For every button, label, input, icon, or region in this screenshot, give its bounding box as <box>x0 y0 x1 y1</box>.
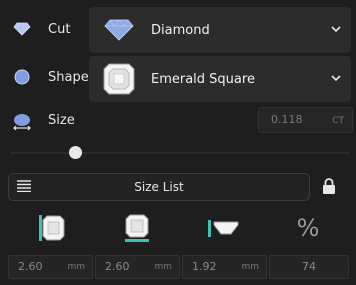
length-value: 2.60 <box>18 260 43 273</box>
width-unit: mm <box>154 262 172 272</box>
shape-label: Shape <box>48 70 89 85</box>
shape-value: Emerald Square <box>151 71 255 87</box>
lock-icon[interactable] <box>322 178 336 194</box>
size-list-label: Size List <box>134 180 184 194</box>
width-icon <box>120 213 154 243</box>
cut-select[interactable]: Diamond <box>89 7 351 53</box>
size-input[interactable]: 0.118 CT <box>258 107 353 133</box>
width-field[interactable]: 2.60 mm <box>95 255 180 279</box>
shape-select[interactable]: Emerald Square <box>89 56 351 102</box>
percent-icon: % <box>296 214 320 242</box>
size-label: Size <box>48 113 75 128</box>
depth-icon <box>206 213 240 243</box>
emerald-square-icon <box>99 59 139 99</box>
cut-label: Cut <box>48 22 71 37</box>
size-unit: CT <box>332 116 344 126</box>
size-slider-track[interactable] <box>10 152 350 154</box>
size-list-button[interactable]: Size List <box>8 173 310 201</box>
percent-field[interactable]: 74 <box>269 255 349 279</box>
depth-field[interactable]: 1.92 mm <box>182 255 267 279</box>
depth-value: 1.92 <box>192 260 217 273</box>
depth-unit: mm <box>241 262 259 272</box>
size-icon <box>10 110 34 134</box>
size-value: 0.118 <box>271 113 303 126</box>
cut-value: Diamond <box>151 22 210 38</box>
chevron-down-icon[interactable] <box>329 71 343 85</box>
length-unit: mm <box>67 262 85 272</box>
cut-diamond-icon <box>10 17 34 41</box>
shape-circle-icon <box>10 65 34 89</box>
percent-value: 74 <box>302 260 316 273</box>
diamond-icon <box>99 10 139 50</box>
width-value: 2.60 <box>105 260 130 273</box>
length-icon <box>34 213 68 243</box>
chevron-down-icon[interactable] <box>329 22 343 36</box>
length-field[interactable]: 2.60 mm <box>8 255 93 279</box>
size-slider-handle[interactable] <box>69 146 82 159</box>
